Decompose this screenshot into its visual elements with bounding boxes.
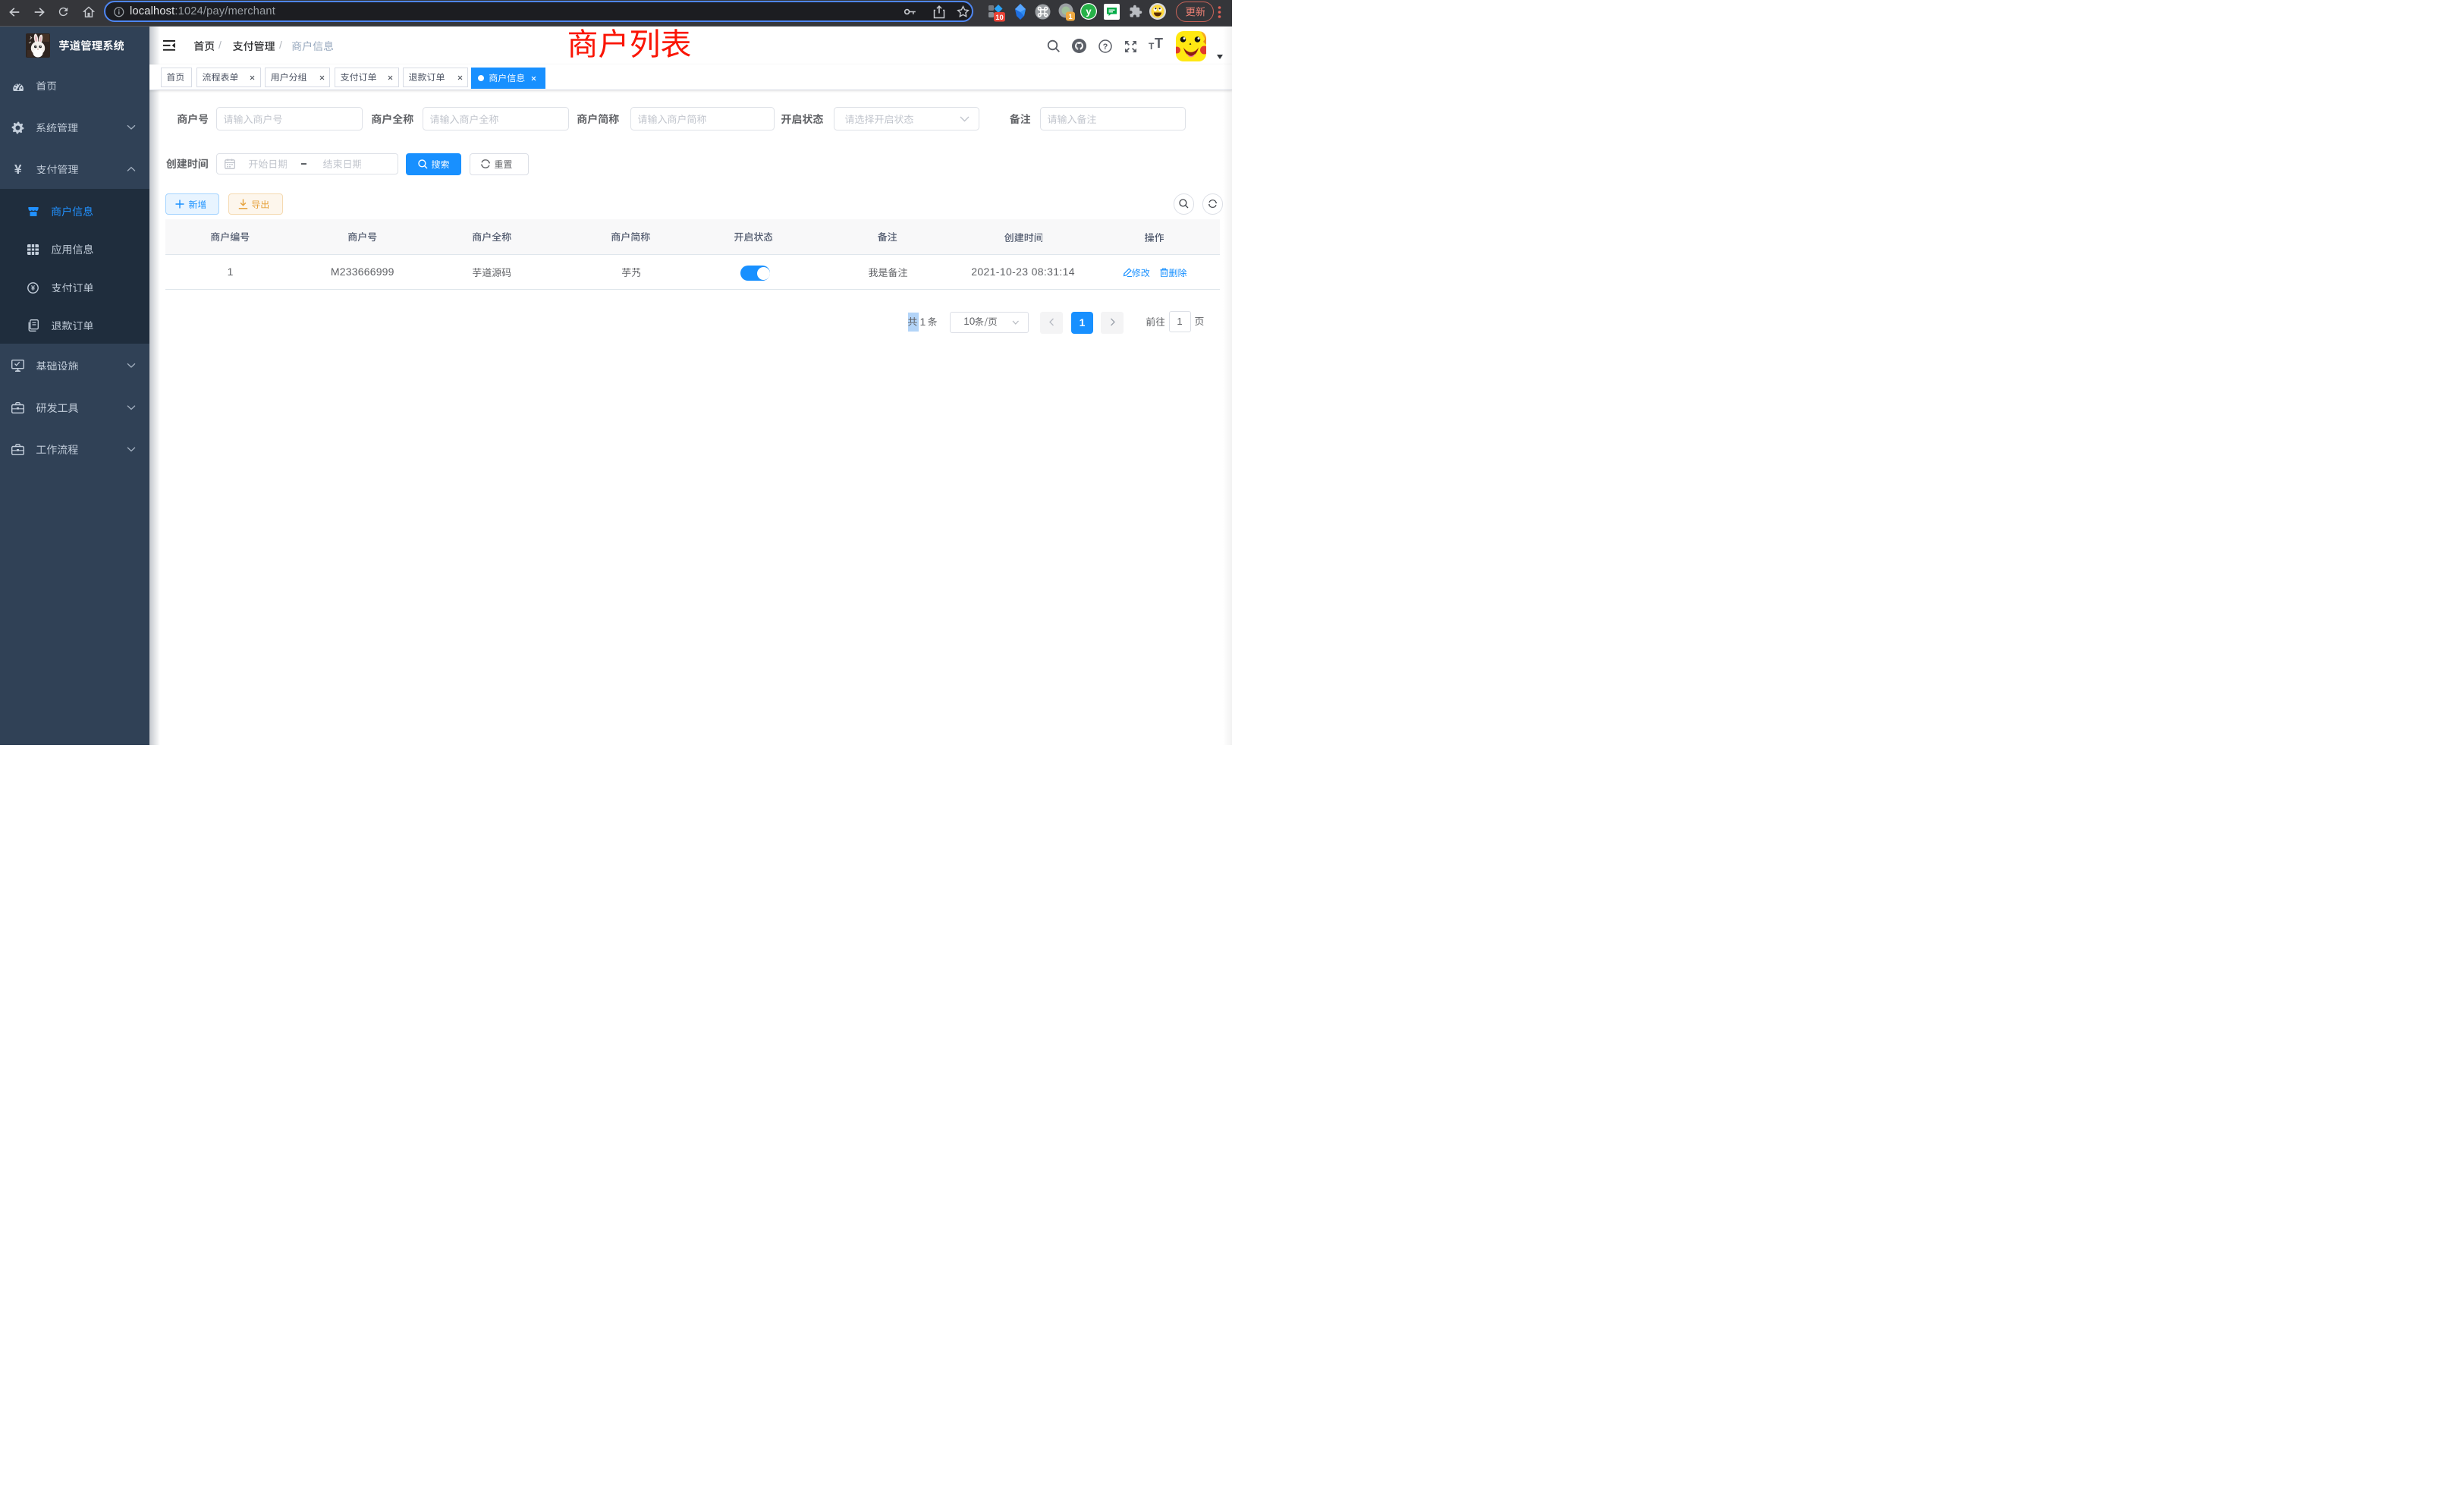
svg-text:10: 10 bbox=[995, 14, 1004, 22]
svg-text:?: ? bbox=[1103, 42, 1108, 52]
svg-text:1: 1 bbox=[1068, 13, 1073, 21]
svg-text:y: y bbox=[1086, 6, 1092, 17]
